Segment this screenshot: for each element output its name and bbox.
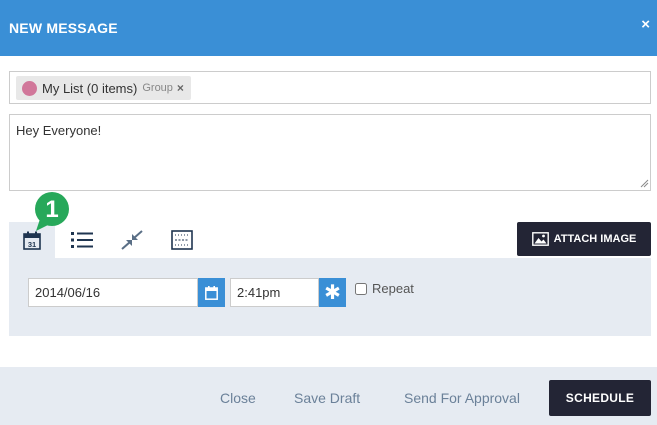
schedule-button[interactable]: SCHEDULE [549,380,651,416]
calendar-icon: 31 [23,231,41,250]
tab-shrink[interactable] [109,222,155,258]
recipient-chip[interactable]: My List (0 items) Group × [16,76,191,100]
send-for-approval-button[interactable]: Send For Approval [404,390,520,406]
tab-calendar[interactable]: 31 [9,222,55,258]
calendar-picker-icon [205,285,218,300]
date-picker-button[interactable] [198,278,225,307]
asterisk-icon: ✱ [324,282,341,304]
time-input[interactable] [230,278,319,307]
tab-list[interactable] [59,222,105,258]
time-picker-button[interactable]: ✱ [319,278,346,307]
svg-text:31: 31 [28,240,36,249]
shrink-icon [121,230,143,250]
attach-image-label: ATTACH IMAGE [553,233,637,245]
recipient-name: My List (0 items) [42,80,138,96]
remove-recipient-icon[interactable]: × [177,81,184,95]
close-icon[interactable]: × [641,16,650,33]
group-color-dot [22,80,37,96]
repeat-option[interactable]: Repeat [355,281,414,296]
list-icon [71,232,93,248]
modal-title: NEW MESSAGE [9,20,118,36]
modal-header: NEW MESSAGE × [0,0,657,56]
tab-barcode[interactable] [159,222,205,258]
close-button[interactable]: Close [220,390,256,406]
message-textarea[interactable]: Hey Everyone! [9,114,651,191]
attach-image-button[interactable]: ATTACH IMAGE [517,222,651,256]
recipient-type: Group [142,82,173,94]
barcode-icon [171,230,193,250]
image-icon [531,232,549,246]
repeat-checkbox[interactable] [355,282,367,295]
date-input[interactable] [28,278,198,307]
save-draft-button[interactable]: Save Draft [294,390,360,406]
repeat-label: Repeat [372,281,414,296]
recipients-field[interactable]: My List (0 items) Group × [9,71,651,104]
